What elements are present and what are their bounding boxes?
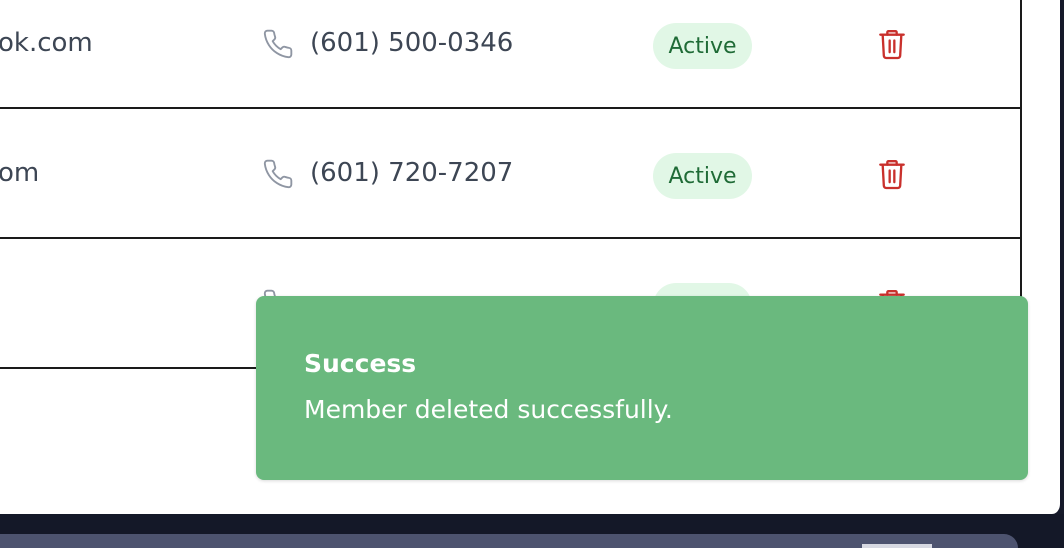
taskbar-item[interactable] (862, 544, 932, 548)
member-phone: (601) 720-7207 (310, 158, 514, 188)
trash-icon[interactable] (878, 158, 906, 190)
status-badge: Active (653, 23, 752, 69)
table-row: ok.com (601) 500-0346 Active (0, 0, 1022, 109)
member-phone: (601) 500-0346 (310, 28, 514, 58)
success-toast[interactable]: Success Member deleted successfully. (256, 296, 1028, 480)
status-badge: Active (653, 153, 752, 199)
toast-message: Member deleted successfully. (304, 395, 673, 424)
app-window: ok.com (601) 500-0346 Active om (601) 72… (0, 0, 1064, 548)
trash-icon[interactable] (878, 28, 906, 60)
toast-title: Success (304, 349, 417, 378)
phone-icon (263, 159, 293, 189)
phone-icon (263, 29, 293, 59)
member-email: ok.com (0, 28, 93, 58)
member-email: om (0, 158, 40, 188)
table-row: om (601) 720-7207 Active (0, 109, 1022, 239)
members-panel: ok.com (601) 500-0346 Active om (601) 72… (0, 0, 1062, 514)
